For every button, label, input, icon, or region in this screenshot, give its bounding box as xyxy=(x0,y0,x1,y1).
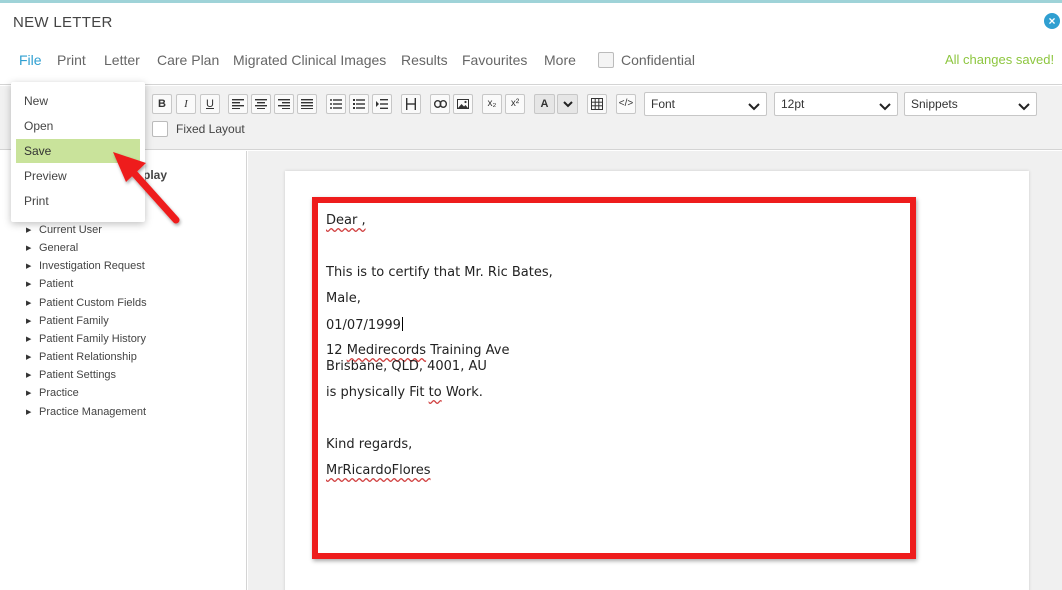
tree-item-label: Patient xyxy=(39,278,74,290)
tree-item-label: Patient Family History xyxy=(39,333,146,345)
annotation-highlight-box xyxy=(312,197,916,559)
caret-right-icon: ▶ xyxy=(26,354,32,361)
tree-item-patient-family[interactable]: ▶ Patient Family xyxy=(26,315,109,327)
tree-item-investigation-request[interactable]: ▶ Investigation Request xyxy=(26,260,145,272)
align-justify-icon[interactable] xyxy=(297,94,317,114)
chevron-down-icon xyxy=(748,96,760,118)
tree-item-patient-settings[interactable]: ▶ Patient Settings xyxy=(26,369,116,381)
editor-toolbar: B I U x₂ x² A </> Font 12pt Snippets Fix… xyxy=(0,86,1062,150)
tree-item-practice-management[interactable]: ▶ Practice Management xyxy=(26,406,146,418)
subscript-button[interactable]: x₂ xyxy=(482,94,502,114)
tree-item-patient-relationship[interactable]: ▶ Patient Relationship xyxy=(26,351,137,363)
snippets-value: Snippets xyxy=(911,97,958,111)
tree-item-current-user[interactable]: ▶ Current User xyxy=(26,224,102,236)
align-center-icon[interactable] xyxy=(251,94,271,114)
caret-right-icon: ▶ xyxy=(26,318,32,325)
menu-more[interactable]: More xyxy=(544,52,576,68)
link-icon[interactable] xyxy=(430,94,450,114)
bullet-list-icon[interactable] xyxy=(326,94,346,114)
align-left-icon[interactable] xyxy=(228,94,248,114)
fixed-layout-label: Fixed Layout xyxy=(176,122,245,136)
tree-item-label: Practice Management xyxy=(39,406,146,418)
tree-item-label: General xyxy=(39,242,79,254)
menu-care-plan[interactable]: Care Plan xyxy=(157,52,219,68)
tree-item-label: Patient Relationship xyxy=(39,351,137,363)
tree-item-label: Investigation Request xyxy=(39,260,145,272)
page-break-icon[interactable] xyxy=(401,94,421,114)
menu-results[interactable]: Results xyxy=(401,52,448,68)
tree-item-general[interactable]: ▶ General xyxy=(26,242,78,254)
save-status: All changes saved! xyxy=(945,52,1055,67)
numbered-list-icon[interactable] xyxy=(349,94,369,114)
file-menu-save[interactable]: Save xyxy=(16,139,140,163)
caret-right-icon: ▶ xyxy=(26,409,32,416)
tree-item-patient[interactable]: ▶ Patient xyxy=(26,278,73,290)
font-size-select[interactable]: 12pt xyxy=(774,92,898,116)
menu-migrated-clinical-images[interactable]: Migrated Clinical Images xyxy=(233,52,386,68)
align-right-icon[interactable] xyxy=(274,94,294,114)
indent-icon[interactable] xyxy=(372,94,392,114)
close-icon[interactable]: × xyxy=(1044,13,1060,29)
file-menu-print[interactable]: Print xyxy=(16,189,140,213)
italic-button[interactable]: I xyxy=(176,94,196,114)
caret-right-icon: ▶ xyxy=(26,227,32,234)
tree-item-label: Patient Family xyxy=(39,315,109,327)
caret-right-icon: ▶ xyxy=(26,281,32,288)
caret-right-icon: ▶ xyxy=(26,300,32,307)
tree-item-label: Current User xyxy=(39,224,102,236)
tree-item-label: Patient Settings xyxy=(39,369,117,381)
menu-print[interactable]: Print xyxy=(57,52,86,68)
caret-right-icon: ▶ xyxy=(26,336,32,343)
snippets-select[interactable]: Snippets xyxy=(904,92,1037,116)
image-icon[interactable] xyxy=(453,94,473,114)
caret-right-icon: ▶ xyxy=(26,245,32,252)
font-size-value: 12pt xyxy=(781,97,805,111)
chevron-down-icon xyxy=(879,96,891,118)
menu-letter[interactable]: Letter xyxy=(104,52,140,68)
caret-right-icon: ▶ xyxy=(26,372,32,379)
menu-favourites[interactable]: Favourites xyxy=(462,52,527,68)
font-color-dropdown-icon[interactable] xyxy=(557,94,578,114)
file-menu-dropdown: New Open Save Preview Print xyxy=(11,82,145,222)
sidebar-heading: play xyxy=(143,168,168,182)
tree-item-label: Patient Custom Fields xyxy=(39,297,147,309)
tree-item-patient-custom-fields[interactable]: ▶ Patient Custom Fields xyxy=(26,297,147,309)
source-code-icon[interactable]: </> xyxy=(616,94,636,114)
fixed-layout-checkbox[interactable] xyxy=(152,121,168,137)
confidential-label: Confidential xyxy=(621,52,695,68)
menu-file[interactable]: File xyxy=(19,52,42,68)
confidential-checkbox[interactable] xyxy=(598,52,614,68)
window-title: NEW LETTER xyxy=(13,14,113,31)
table-icon[interactable] xyxy=(587,94,607,114)
menu-bar: File Print Letter Care Plan Migrated Cli… xyxy=(0,41,1062,85)
file-menu-new[interactable]: New xyxy=(16,89,140,113)
file-menu-open[interactable]: Open xyxy=(16,114,140,138)
underline-button[interactable]: U xyxy=(200,94,220,114)
tree-item-practice[interactable]: ▶ Practice xyxy=(26,387,79,399)
title-bar: NEW LETTER × xyxy=(0,3,1062,41)
superscript-button[interactable]: x² xyxy=(505,94,525,114)
font-select[interactable]: Font xyxy=(644,92,767,116)
chevron-down-icon xyxy=(1018,96,1030,118)
bold-button[interactable]: B xyxy=(152,94,172,114)
file-menu-preview[interactable]: Preview xyxy=(16,164,140,188)
caret-right-icon: ▶ xyxy=(26,263,32,270)
caret-right-icon: ▶ xyxy=(26,390,32,397)
tree-item-label: Practice xyxy=(39,387,79,399)
font-color-button[interactable]: A xyxy=(534,94,555,114)
font-select-value: Font xyxy=(651,97,676,111)
tree-item-patient-family-history[interactable]: ▶ Patient Family History xyxy=(26,333,146,345)
